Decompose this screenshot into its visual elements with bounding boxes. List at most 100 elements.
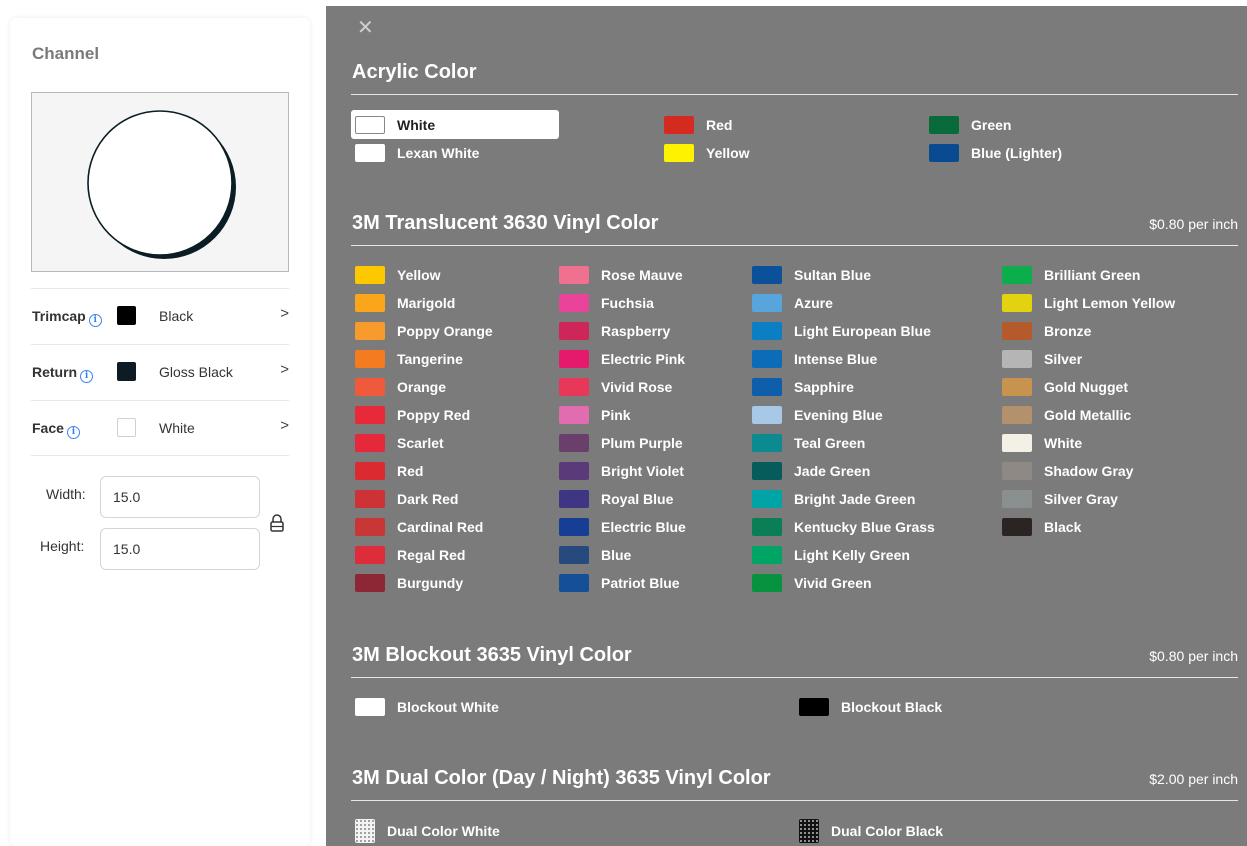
info-icon[interactable]: i <box>88 314 102 327</box>
color-swatch-option[interactable]: Poppy Orange <box>351 320 493 342</box>
color-swatch-option[interactable]: Electric Blue <box>555 516 686 538</box>
color-swatch <box>355 698 385 716</box>
color-swatch-option[interactable]: Burgundy <box>351 572 463 594</box>
color-swatch-option[interactable]: Bright Violet <box>555 460 684 482</box>
color-swatch-option[interactable]: Light Lemon Yellow <box>998 292 1175 314</box>
color-swatch-option[interactable]: Azure <box>748 292 833 314</box>
color-swatch-option[interactable]: Blockout Black <box>795 696 942 718</box>
color-swatch-option[interactable]: Red <box>351 460 423 482</box>
color-swatch <box>355 490 385 508</box>
color-swatch-option[interactable]: Sultan Blue <box>748 264 871 286</box>
color-swatch-option[interactable]: Dark Red <box>351 488 458 510</box>
color-swatch-option[interactable]: Electric Pink <box>555 348 685 370</box>
color-swatch <box>559 294 589 312</box>
color-swatch-option[interactable]: Scarlet <box>351 432 444 454</box>
color-name: Dark Red <box>397 491 459 507</box>
color-swatch-option[interactable]: Plum Purple <box>555 432 683 454</box>
info-icon[interactable]: i <box>80 370 94 383</box>
color-swatch-option[interactable]: Dual Color Black <box>795 819 943 843</box>
color-swatch-option[interactable]: Poppy Red <box>351 404 470 426</box>
height-input[interactable] <box>100 528 260 570</box>
color-swatch-option[interactable]: Blockout White <box>351 696 499 718</box>
color-name: Green <box>971 117 1012 133</box>
color-swatch <box>355 819 375 843</box>
color-swatch-option[interactable]: Light European Blue <box>748 320 931 342</box>
color-swatch-option[interactable]: Bright Jade Green <box>748 488 915 510</box>
color-swatch <box>355 574 385 592</box>
color-swatch-option[interactable]: Cardinal Red <box>351 516 483 538</box>
color-name: Teal Green <box>794 435 866 451</box>
color-swatch-option[interactable]: Vivid Green <box>748 572 872 594</box>
color-swatch-option[interactable]: Dual Color White <box>351 819 500 843</box>
info-icon[interactable]: i <box>66 426 80 439</box>
color-swatch <box>1002 322 1032 340</box>
color-swatch-option[interactable]: Bronze <box>998 320 1091 342</box>
color-swatch-option[interactable]: Gold Nugget <box>998 376 1128 398</box>
color-swatch <box>1002 266 1032 284</box>
color-swatch-option[interactable]: Tangerine <box>351 348 463 370</box>
color-name: Red <box>397 463 424 479</box>
color-name: Light Kelly Green <box>794 547 910 563</box>
face-swatch <box>117 418 136 437</box>
color-swatch <box>752 266 782 284</box>
color-swatch-option[interactable]: Rose Mauve <box>555 264 683 286</box>
color-swatch-option[interactable]: Lexan White <box>351 142 479 164</box>
color-name: Bronze <box>1044 323 1092 339</box>
color-swatch <box>559 518 589 536</box>
color-swatch-option[interactable]: Silver Gray <box>998 488 1118 510</box>
color-swatch-option[interactable]: Kentucky Blue Grass <box>748 516 935 538</box>
trimcap-option[interactable]: Trimcap i Black > <box>31 288 289 344</box>
color-swatch-option[interactable]: Raspberry <box>555 320 670 342</box>
color-swatch <box>559 406 589 424</box>
color-swatch <box>752 518 782 536</box>
color-name: Intense Blue <box>794 351 878 367</box>
section-title: 3M Dual Color (Day / Night) 3635 Vinyl C… <box>352 767 771 789</box>
width-input[interactable] <box>100 476 260 518</box>
color-swatch-option[interactable]: Blue (Lighter) <box>925 142 1062 164</box>
color-swatch-option[interactable]: Yellow <box>351 264 441 286</box>
color-swatch-option[interactable]: White <box>998 432 1082 454</box>
color-swatch-option[interactable]: Pink <box>555 404 631 426</box>
color-swatch <box>752 462 782 480</box>
color-swatch-option[interactable]: Vivid Rose <box>555 376 672 398</box>
color-swatch-option[interactable]: Gold Metallic <box>998 404 1131 426</box>
color-swatch-option[interactable]: Intense Blue <box>748 348 877 370</box>
color-swatch-option[interactable]: Royal Blue <box>555 488 673 510</box>
color-swatch-option[interactable]: Jade Green <box>748 460 870 482</box>
color-swatch-option[interactable]: Blue <box>555 544 631 566</box>
color-swatch-option[interactable]: Silver <box>998 348 1082 370</box>
section-price: $0.80 per inch <box>1149 216 1238 232</box>
color-name: Burgundy <box>397 575 464 591</box>
color-swatch-option[interactable]: Black <box>998 516 1081 538</box>
color-swatch-option[interactable]: Sapphire <box>748 376 854 398</box>
color-swatch-option[interactable]: Evening Blue <box>748 404 883 426</box>
color-swatch-option[interactable]: Yellow <box>660 142 750 164</box>
return-option[interactable]: Return i Gloss Black > <box>31 344 289 400</box>
color-swatch-option[interactable]: Patriot Blue <box>555 572 680 594</box>
color-swatch <box>355 518 385 536</box>
color-name: Blue (Lighter) <box>971 145 1062 161</box>
color-swatch <box>799 698 829 716</box>
channel-panel: Channel Trimcap i Black > Return i Gloss B… <box>10 18 310 846</box>
lock-icon[interactable] <box>269 514 285 532</box>
trimcap-value: Black <box>159 308 194 324</box>
color-swatch-option[interactable]: Regal Red <box>351 544 465 566</box>
color-swatch-option[interactable]: Brilliant Green <box>998 264 1140 286</box>
section-price: $2.00 per inch <box>1149 771 1238 787</box>
color-name: Electric Blue <box>601 519 686 535</box>
color-swatch-option[interactable]: Orange <box>351 376 446 398</box>
section-header: 3M Dual Color (Day / Night) 3635 Vinyl C… <box>351 767 1238 801</box>
color-swatch-option[interactable]: Red <box>660 114 732 136</box>
color-name: Light Lemon Yellow <box>1044 295 1176 311</box>
color-swatch-option[interactable]: Teal Green <box>748 432 865 454</box>
color-name: Sultan Blue <box>794 267 872 283</box>
color-swatch-option[interactable]: Light Kelly Green <box>748 544 910 566</box>
color-swatch-option[interactable]: White <box>351 110 559 139</box>
color-swatch-option[interactable]: Shadow Gray <box>998 460 1133 482</box>
color-swatch-option[interactable]: Fuchsia <box>555 292 654 314</box>
color-swatch-option[interactable]: Marigold <box>351 292 455 314</box>
close-icon[interactable]: ✕ <box>357 18 374 38</box>
face-option[interactable]: Face i White > <box>31 400 289 456</box>
color-swatch-option[interactable]: Green <box>925 114 1011 136</box>
color-name: Light European Blue <box>794 323 931 339</box>
